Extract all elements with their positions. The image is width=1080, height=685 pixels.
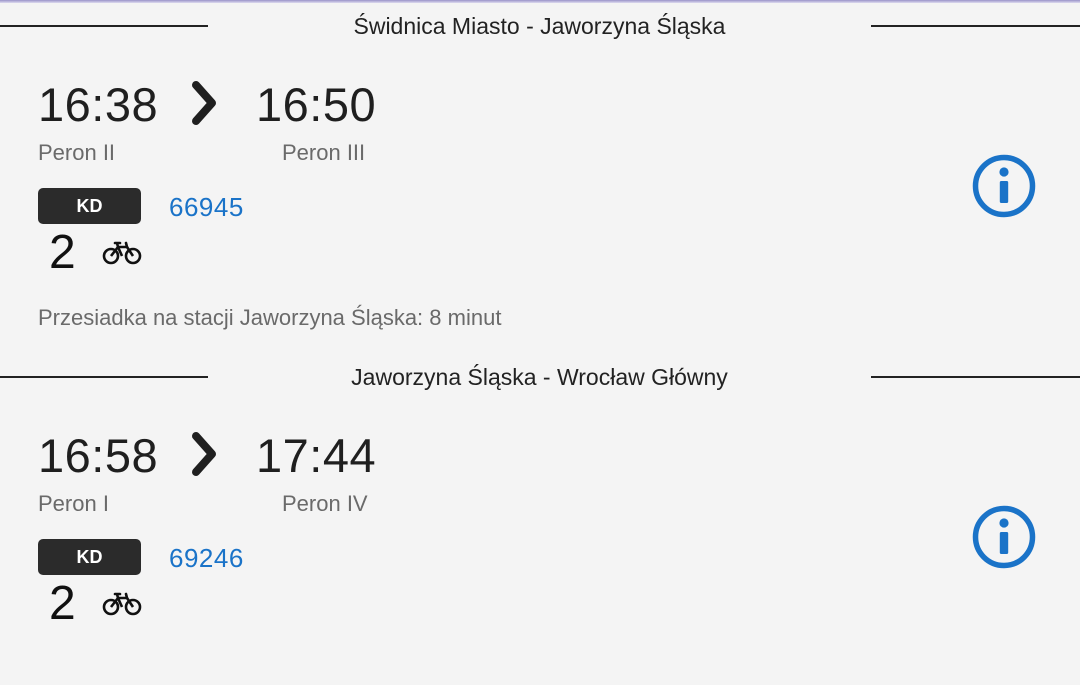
divider-line	[0, 376, 208, 378]
divider-line	[871, 25, 1080, 27]
departure-platform: Peron I	[38, 491, 109, 516]
departure-time: 16:58	[38, 429, 159, 482]
top-app-bar-edge	[0, 0, 1080, 3]
arrival-platform: Peron IV	[282, 491, 368, 516]
departure-platform: Peron II	[38, 140, 116, 165]
train-number-link[interactable]: 66945	[169, 192, 244, 222]
travel-class: 2	[49, 577, 76, 630]
connection-segment: Świdnica Miasto - Jaworzyna Śląska 16:38…	[0, 12, 1080, 372]
info-icon[interactable]	[971, 153, 1037, 219]
carrier-badge: KD	[38, 188, 141, 224]
arrival-platform: Peron III	[282, 140, 366, 165]
arrival-time: 17:44	[256, 429, 377, 482]
route-title: Świdnica Miasto - Jaworzyna Śląska	[353, 13, 726, 39]
chevron-right-icon	[192, 432, 216, 476]
divider-line	[0, 25, 208, 27]
divider-line	[871, 376, 1080, 378]
route-header: Jaworzyna Śląska - Wrocław Główny	[0, 363, 1080, 393]
travel-class: 2	[49, 226, 76, 279]
transfer-note: Przesiadka na stacji Jaworzyna Śląska: 8…	[38, 305, 502, 330]
connection-segment: Jaworzyna Śląska - Wrocław Główny 16:58 …	[0, 363, 1080, 685]
carrier-badge: KD	[38, 539, 141, 575]
departure-time: 16:38	[38, 78, 159, 131]
info-icon[interactable]	[971, 504, 1037, 570]
train-number-link[interactable]: 69246	[169, 543, 244, 573]
bicycle-icon	[102, 592, 142, 616]
route-title: Jaworzyna Śląska - Wrocław Główny	[351, 364, 728, 390]
route-header: Świdnica Miasto - Jaworzyna Śląska	[0, 12, 1080, 42]
bicycle-icon	[102, 241, 142, 265]
chevron-right-icon	[192, 81, 216, 125]
arrival-time: 16:50	[256, 78, 377, 131]
